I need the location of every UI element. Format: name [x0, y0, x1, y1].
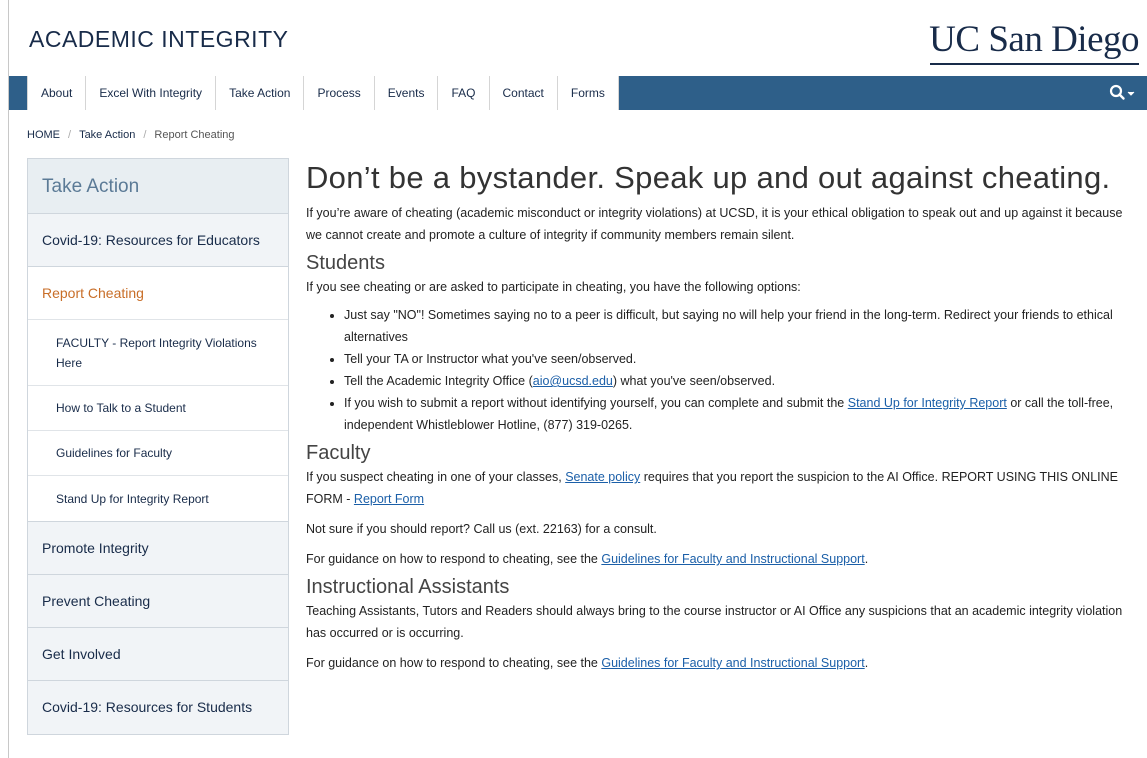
section-heading-students: Students: [306, 252, 385, 274]
list-item: Tell your TA or Instructor what you've s…: [344, 348, 1131, 370]
text: .: [864, 656, 869, 670]
list-text: If you wish to submit a report without i…: [344, 396, 848, 410]
page-frame-border: [8, 0, 9, 758]
students-lead: If you see cheating or are asked to part…: [306, 280, 801, 294]
list-text: ) what you've seen/observed.: [612, 374, 776, 388]
sidebar-item-promote-integrity[interactable]: Promote Integrity: [28, 522, 288, 575]
ia-paragraph-2: For guidance on how to respond to cheati…: [306, 652, 1131, 674]
sidebar-nav: Take Action Covid-19: Resources for Educ…: [27, 158, 289, 735]
sidebar-item-get-involved[interactable]: Get Involved: [28, 628, 288, 681]
search-icon: [1109, 84, 1135, 100]
breadcrumb-separator: /: [143, 129, 147, 141]
nav-item-events[interactable]: Events: [373, 76, 438, 110]
stand-up-report-link[interactable]: Stand Up for Integrity Report: [848, 396, 1007, 410]
report-form-link[interactable]: Report Form: [354, 492, 424, 506]
sidebar-heading[interactable]: Take Action: [28, 159, 288, 214]
aio-email-link[interactable]: aio@ucsd.edu: [533, 374, 613, 388]
breadcrumb: HOME / Take Action / Report Cheating: [27, 129, 235, 141]
sidebar-subitem-guidelines-faculty[interactable]: Guidelines for Faculty: [28, 431, 288, 476]
main-content: Don’t be a bystander. Speak up and out a…: [306, 160, 1131, 674]
ia-paragraph-1: Teaching Assistants, Tutors and Readers …: [306, 604, 1123, 640]
section-heading-instructional-assistants: Instructional Assistants: [306, 576, 510, 598]
sidebar-subitem-stand-up-report[interactable]: Stand Up for Integrity Report: [28, 476, 288, 521]
uc-san-diego-logo[interactable]: UC San Diego: [929, 20, 1139, 60]
nav-item-about[interactable]: About: [27, 76, 85, 110]
sidebar-item-covid-educators[interactable]: Covid-19: Resources for Educators: [28, 214, 288, 267]
nav-item-excel-with-integrity[interactable]: Excel With Integrity: [85, 76, 215, 110]
breadcrumb-current: Report Cheating: [154, 129, 235, 141]
sidebar-item-report-cheating[interactable]: Report Cheating: [28, 267, 288, 320]
list-item: Just say "NO"! Sometimes saying no to a …: [344, 304, 1131, 348]
list-text: Tell the Academic Integrity Office (: [344, 374, 533, 388]
text: For guidance on how to respond to cheati…: [306, 552, 602, 566]
nav-item-contact[interactable]: Contact: [488, 76, 557, 110]
breadcrumb-home[interactable]: HOME: [27, 129, 60, 141]
text: .: [864, 552, 869, 566]
sidebar-item-prevent-cheating[interactable]: Prevent Cheating: [28, 575, 288, 628]
chevron-down-icon: [1127, 91, 1135, 96]
logo-underline: [930, 63, 1139, 65]
breadcrumb-take-action[interactable]: Take Action: [79, 129, 135, 141]
nav-item-faq[interactable]: FAQ: [437, 76, 488, 110]
faculty-paragraph-1: If you suspect cheating in one of your c…: [306, 466, 1131, 510]
text: For guidance on how to respond to cheati…: [306, 656, 602, 670]
list-item: If you wish to submit a report without i…: [344, 392, 1131, 436]
sidebar-subitems: FACULTY - Report Integrity Violations He…: [28, 320, 288, 522]
guidelines-link[interactable]: Guidelines for Faculty and Instructional…: [601, 656, 864, 670]
nav-items: About Excel With Integrity Take Action P…: [27, 76, 619, 110]
section-heading-faculty: Faculty: [306, 442, 371, 464]
nav-item-forms[interactable]: Forms: [556, 76, 619, 110]
site-header: ACADEMIC INTEGRITY UC San Diego: [9, 0, 1147, 76]
search-toggle[interactable]: [1107, 83, 1137, 103]
site-title[interactable]: ACADEMIC INTEGRITY: [29, 26, 288, 53]
nav-item-take-action[interactable]: Take Action: [215, 76, 303, 110]
breadcrumb-separator: /: [68, 129, 72, 141]
sidebar-item-covid-students[interactable]: Covid-19: Resources for Students: [28, 681, 288, 734]
guidelines-link[interactable]: Guidelines for Faculty and Instructional…: [601, 552, 864, 566]
list-item: Tell the Academic Integrity Office (aio@…: [344, 370, 1131, 392]
page-title: Don’t be a bystander. Speak up and out a…: [306, 160, 1111, 195]
nav-item-process[interactable]: Process: [303, 76, 373, 110]
sidebar-subitem-faculty-report[interactable]: FACULTY - Report Integrity Violations He…: [28, 320, 288, 386]
text: If you suspect cheating in one of your c…: [306, 470, 566, 484]
intro-paragraph: If you’re aware of cheating (academic mi…: [306, 206, 1123, 242]
faculty-paragraph-2: Not sure if you should report? Call us (…: [306, 522, 657, 536]
main-navigation: About Excel With Integrity Take Action P…: [9, 76, 1147, 110]
faculty-paragraph-3: For guidance on how to respond to cheati…: [306, 548, 1131, 570]
senate-policy-link[interactable]: Senate policy: [565, 470, 640, 484]
students-options-list: Just say "NO"! Sometimes saying no to a …: [344, 304, 1131, 436]
sidebar-subitem-talk-to-student[interactable]: How to Talk to a Student: [28, 386, 288, 431]
